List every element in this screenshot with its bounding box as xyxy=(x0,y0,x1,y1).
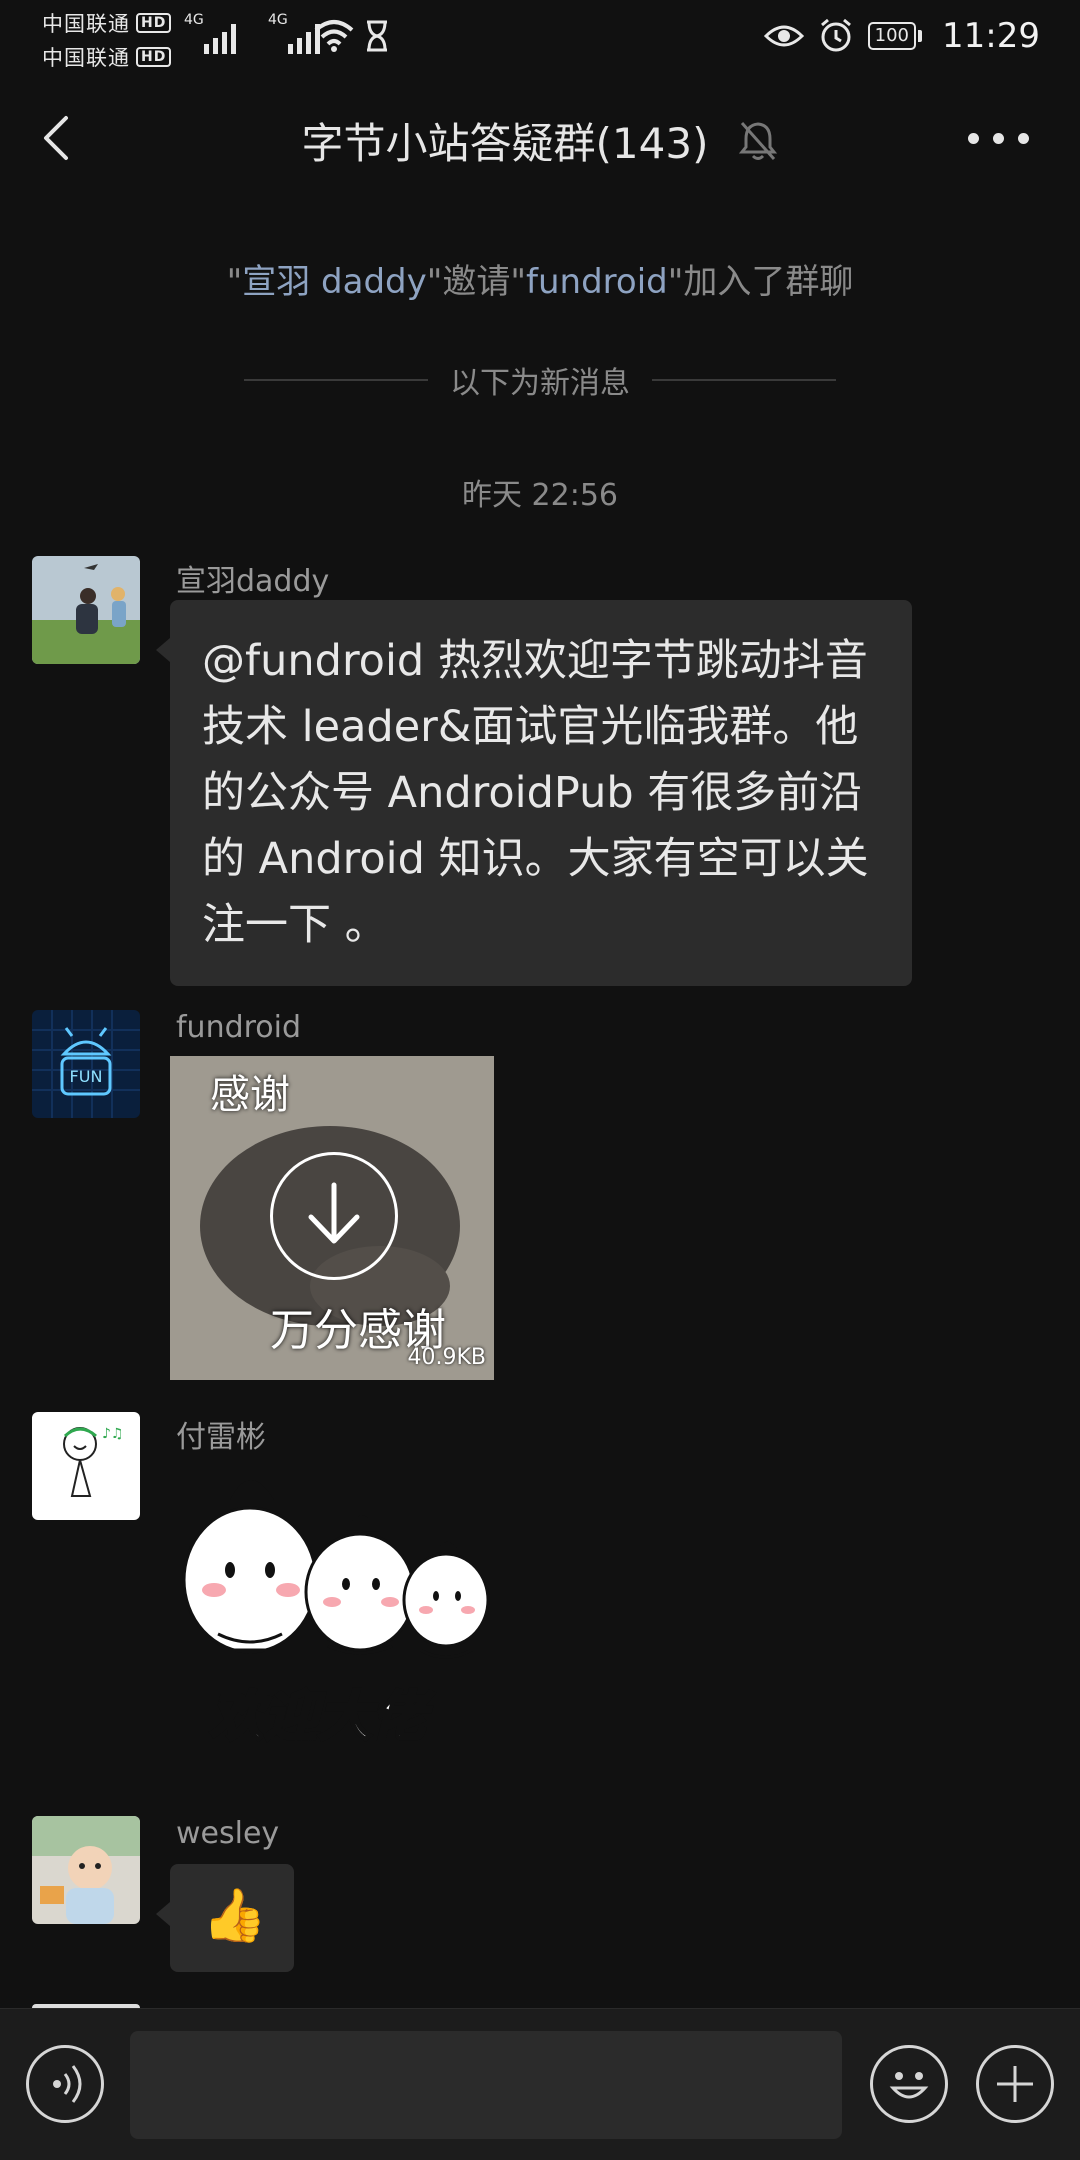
battery-icon: 100 xyxy=(867,22,923,50)
quote: " xyxy=(667,262,684,302)
quote: " xyxy=(226,262,243,302)
new-messages-label: 以下为新消息 xyxy=(450,366,630,401)
sticker-caption: 欢迎大佬 xyxy=(209,1684,428,1750)
hourglass-icon xyxy=(367,20,387,52)
quote: " xyxy=(510,262,527,302)
hd-badge-2: HD xyxy=(136,47,172,67)
message-bubble[interactable]: @fundroid 热烈欢迎字节跳动抖音技术 leader&面试官光临我群。他的… xyxy=(156,600,912,986)
avatar[interactable]: FUN xyxy=(32,1010,140,1118)
wifi-icon xyxy=(314,20,354,52)
page-title: 字节小站答疑群(143) xyxy=(301,119,709,168)
quote: " xyxy=(426,262,443,302)
image-message[interactable]: 感谢 万分感谢 40.9KB xyxy=(170,1056,494,1380)
svg-text:♪♫: ♪♫ xyxy=(102,1426,124,1442)
mute-bell-icon xyxy=(739,121,778,160)
sender-name: 宣羽daddy xyxy=(176,564,330,599)
signal-icon: 4G xyxy=(184,12,236,54)
signal-icon-2: 4G xyxy=(268,12,320,54)
avatar[interactable] xyxy=(32,556,140,664)
new-messages-divider: 以下为新消息 xyxy=(244,360,836,401)
input-bar xyxy=(0,2008,1080,2160)
voice-icon xyxy=(53,2065,82,2103)
emoji-button[interactable] xyxy=(870,2045,948,2123)
carrier-1-name: 中国联通 xyxy=(42,12,130,36)
message-bubble[interactable]: 👍 xyxy=(156,1864,294,1972)
hd-badge: HD xyxy=(136,13,172,33)
carrier-2-name: 中国联通 xyxy=(42,46,130,70)
message-input[interactable] xyxy=(130,2031,842,2139)
network-type-1: 4G xyxy=(184,12,204,28)
avatar[interactable] xyxy=(32,1816,140,1924)
chat-screen: 中国联通 HD 中国联通 HD 4G 4G 100 11:29 字节小站答疑群(… xyxy=(0,0,1080,2160)
eye-comfort-icon xyxy=(763,25,804,47)
carrier-2: 中国联通 HD xyxy=(42,42,172,72)
title-group: 字节小站答疑群(143) xyxy=(0,110,1080,171)
status-bar: 中国联通 HD 中国联通 HD 4G 4G 100 11:29 xyxy=(0,0,1080,70)
sender-name: fundroid xyxy=(176,1010,302,1045)
inviter-link[interactable]: 宣羽 daddy xyxy=(242,262,427,302)
status-right: 100 11:29 xyxy=(763,8,1040,64)
more-options-icon[interactable] xyxy=(968,128,1038,148)
sender-name: wesley xyxy=(176,1816,280,1851)
message-text: @fundroid 热烈欢迎字节跳动抖音技术 leader&面试官光临我群。他的… xyxy=(202,636,869,950)
sticker-message[interactable]: 欢迎大佬 xyxy=(170,1460,490,1750)
clock: 11:29 xyxy=(942,16,1040,56)
invite-suffix: 加入了群聊 xyxy=(683,262,854,302)
more-functions-button[interactable] xyxy=(976,2045,1054,2123)
invite-verb: 邀请 xyxy=(442,262,511,302)
sender-name: 付雷彬 xyxy=(176,1420,266,1455)
message-timestamp: 昨天 22:56 xyxy=(462,478,618,513)
thumbs-up-emoji: 👍 xyxy=(202,1886,267,1946)
invitee-link[interactable]: fundroid xyxy=(526,262,668,302)
download-icon[interactable] xyxy=(270,1152,398,1280)
image-caption-top: 感谢 xyxy=(210,1072,290,1118)
smiley-icon xyxy=(889,2072,929,2099)
chat-header: 字节小站答疑群(143) xyxy=(0,70,1080,205)
alarm-icon xyxy=(820,18,851,52)
invite-notice: "宣羽 daddy"邀请"fundroid"加入了群聊 xyxy=(0,254,1080,303)
avatar[interactable]: ♪♫ xyxy=(32,1412,140,1520)
plus-icon xyxy=(997,2066,1033,2102)
file-size: 40.9KB xyxy=(407,1345,486,1370)
network-type-2: 4G xyxy=(268,12,288,28)
carrier-1: 中国联通 HD xyxy=(42,8,172,38)
fun-logo-text: FUN xyxy=(70,1067,103,1086)
voice-input-button[interactable] xyxy=(26,2045,104,2123)
battery-level: 100 xyxy=(867,22,917,50)
